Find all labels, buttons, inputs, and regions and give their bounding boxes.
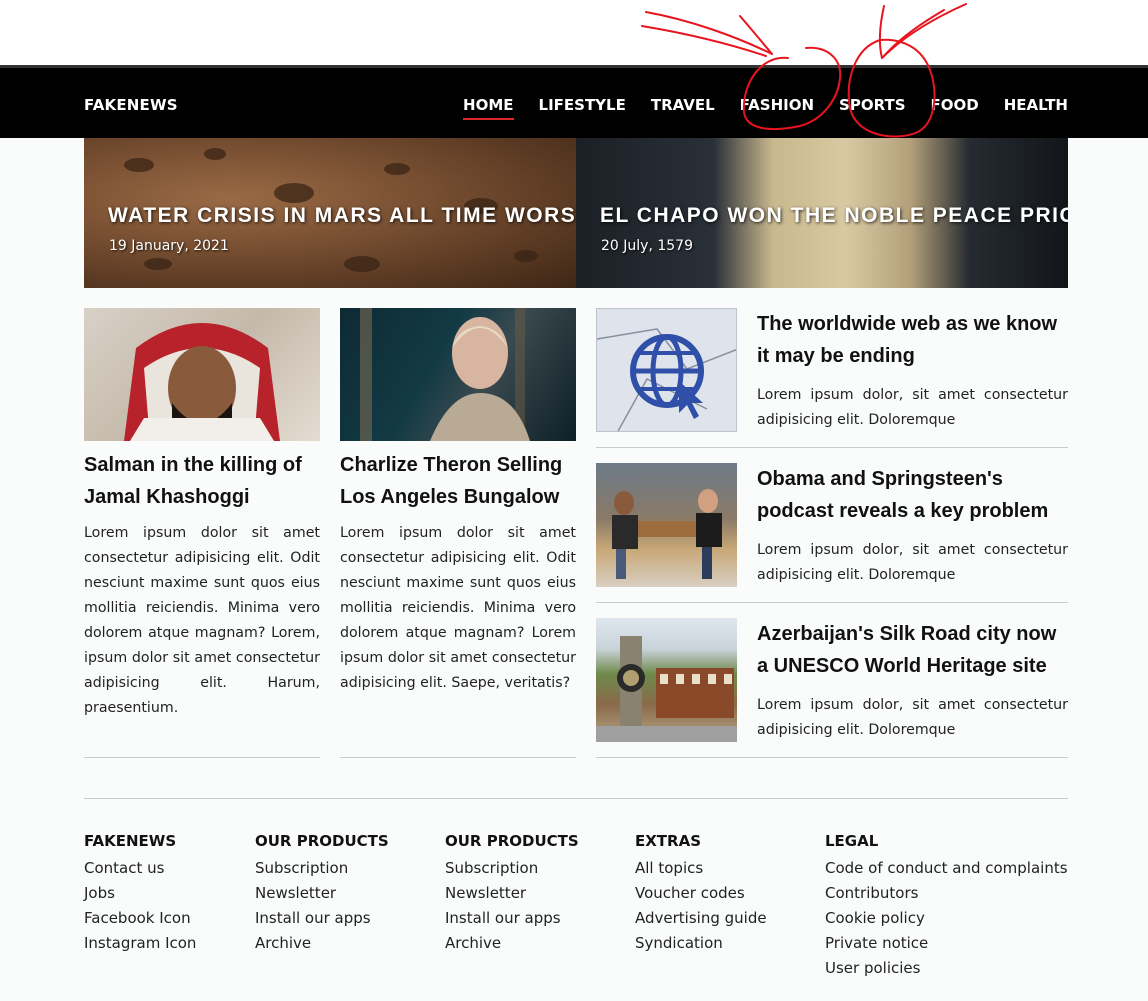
footer-link[interactable]: Subscription — [445, 856, 579, 881]
side-image-podcast[interactable] — [596, 463, 737, 587]
footer-col-products-2: OUR PRODUCTS Subscription Newsletter Ins… — [445, 832, 579, 956]
footer-link[interactable]: Install our apps — [255, 906, 389, 931]
main-nav: HOME LIFESTYLE TRAVEL FASHION SPORTS FOO… — [438, 96, 1068, 120]
hero-card-mars[interactable]: WATER CRISIS IN MARS ALL TIME WORST 19 J… — [84, 138, 576, 288]
footer-link[interactable]: Subscription — [255, 856, 389, 881]
hero-image-detail — [384, 163, 410, 175]
hero-image-detail — [204, 148, 226, 160]
footer-link[interactable]: Syndication — [635, 931, 767, 956]
footer-link[interactable]: Cookie policy — [825, 906, 1068, 931]
hero-date: 19 January, 2021 — [109, 238, 229, 254]
side-image-sheki[interactable] — [596, 618, 737, 742]
footer-link[interactable]: Facebook Icon — [84, 906, 196, 931]
side-item-web: The worldwide web as we know it may be e… — [596, 308, 1068, 463]
side-item-obama: Obama and Springsteen's podcast reveals … — [596, 463, 1068, 618]
nav-item-food[interactable]: FOOD — [931, 96, 979, 120]
side-body: Lorem ipsum dolor, sit amet consectetur … — [757, 697, 1068, 738]
nav-item-travel[interactable]: TRAVEL — [651, 96, 715, 120]
footer-divider — [84, 798, 1068, 799]
article-body: Lorem ipsum dolor sit amet consectetur a… — [340, 525, 576, 691]
navbar: FAKENEWS HOME LIFESTYLE TRAVEL FASHION S… — [0, 65, 1148, 138]
footer-col-extras: EXTRAS All topics Voucher codes Advertis… — [635, 832, 767, 956]
article-image[interactable] — [340, 308, 576, 441]
nav-item-lifestyle[interactable]: LIFESTYLE — [539, 96, 626, 120]
footer-link[interactable]: Private notice — [825, 931, 1068, 956]
city-monument-illustration — [596, 636, 737, 742]
brand-logo[interactable]: FAKENEWS — [84, 96, 178, 114]
article-title[interactable]: Salman in the killing of Jamal Khashoggi — [84, 449, 320, 513]
article-title[interactable]: Charlize Theron Selling Los Angeles Bung… — [340, 449, 576, 513]
footer-link[interactable]: Contact us — [84, 856, 196, 881]
divider — [84, 757, 320, 758]
footer-link[interactable]: Install our apps — [445, 906, 579, 931]
article-card-charlize: Charlize Theron Selling Los Angeles Bung… — [340, 308, 576, 758]
footer-heading: OUR PRODUCTS — [445, 832, 579, 850]
footer-col-fakenews: FAKENEWS Contact us Jobs Facebook Icon I… — [84, 832, 196, 956]
side-image-globe[interactable] — [596, 308, 737, 432]
hero-image-detail — [344, 256, 380, 272]
footer-col-products-1: OUR PRODUCTS Subscription Newsletter Ins… — [255, 832, 389, 956]
globe-cursor-icon — [597, 309, 736, 431]
hero-date: 20 July, 1579 — [601, 238, 693, 254]
hero-image-detail — [124, 158, 154, 172]
divider — [596, 602, 1068, 603]
footer-link[interactable]: All topics — [635, 856, 767, 881]
footer-link[interactable]: Newsletter — [445, 881, 579, 906]
side-item-azerbaijan: Azerbaijan's Silk Road city now a UNESCO… — [596, 618, 1068, 773]
footer-link[interactable]: Archive — [445, 931, 579, 956]
footer-heading: LEGAL — [825, 832, 879, 850]
footer-link[interactable]: Voucher codes — [635, 881, 767, 906]
footer-link[interactable]: Code of conduct and complaints — [825, 856, 1068, 881]
side-body: Lorem ipsum dolor, sit amet consectetur … — [757, 542, 1068, 583]
hero-title[interactable]: EL CHAPO WON THE NOBLE PEACE PRICE — [600, 204, 1068, 228]
footer-heading: FAKENEWS — [84, 832, 177, 850]
footer-col-legal: LEGAL Code of conduct and complaints Con… — [825, 832, 1068, 981]
article-image[interactable] — [84, 308, 320, 441]
divider — [596, 447, 1068, 448]
hero-section: WATER CRISIS IN MARS ALL TIME WORST 19 J… — [84, 138, 1068, 288]
divider — [596, 757, 1068, 758]
top-whitespace — [0, 0, 1148, 65]
hero-title[interactable]: WATER CRISIS IN MARS ALL TIME WORST — [108, 204, 576, 228]
footer-link[interactable]: User policies — [825, 956, 1068, 981]
footer-heading: OUR PRODUCTS — [255, 832, 389, 850]
side-title[interactable]: Azerbaijan's Silk Road city now a UNESCO… — [757, 618, 1068, 682]
nav-item-fashion[interactable]: FASHION — [740, 96, 814, 120]
side-body: Lorem ipsum dolor, sit amet consectetur … — [757, 387, 1068, 428]
nav-item-home[interactable]: HOME — [463, 96, 514, 120]
footer-link[interactable]: Instagram Icon — [84, 931, 196, 956]
footer-link[interactable]: Advertising guide — [635, 906, 767, 931]
hero-image-detail — [514, 250, 538, 262]
nav-item-sports[interactable]: SPORTS — [839, 96, 905, 120]
person-illustration — [124, 323, 280, 441]
footer-link[interactable]: Archive — [255, 931, 389, 956]
divider — [340, 757, 576, 758]
article-card-salman: Salman in the killing of Jamal Khashoggi… — [84, 308, 320, 758]
side-title[interactable]: Obama and Springsteen's podcast reveals … — [757, 463, 1068, 527]
footer-link[interactable]: Jobs — [84, 881, 196, 906]
hero-card-chapo[interactable]: EL CHAPO WON THE NOBLE PEACE PRICE 20 Ju… — [576, 138, 1068, 288]
side-title[interactable]: The worldwide web as we know it may be e… — [757, 308, 1068, 372]
hero-image-detail — [274, 183, 314, 203]
article-body: Lorem ipsum dolor sit amet consectetur a… — [84, 525, 320, 716]
footer-link[interactable]: Newsletter — [255, 881, 389, 906]
hero-image-detail — [144, 258, 172, 270]
person-illustration — [360, 308, 530, 441]
nav-item-health[interactable]: HEALTH — [1004, 96, 1068, 120]
podcast-scene-illustration — [612, 489, 722, 579]
footer-heading: EXTRAS — [635, 832, 702, 850]
footer-link[interactable]: Contributors — [825, 881, 1068, 906]
